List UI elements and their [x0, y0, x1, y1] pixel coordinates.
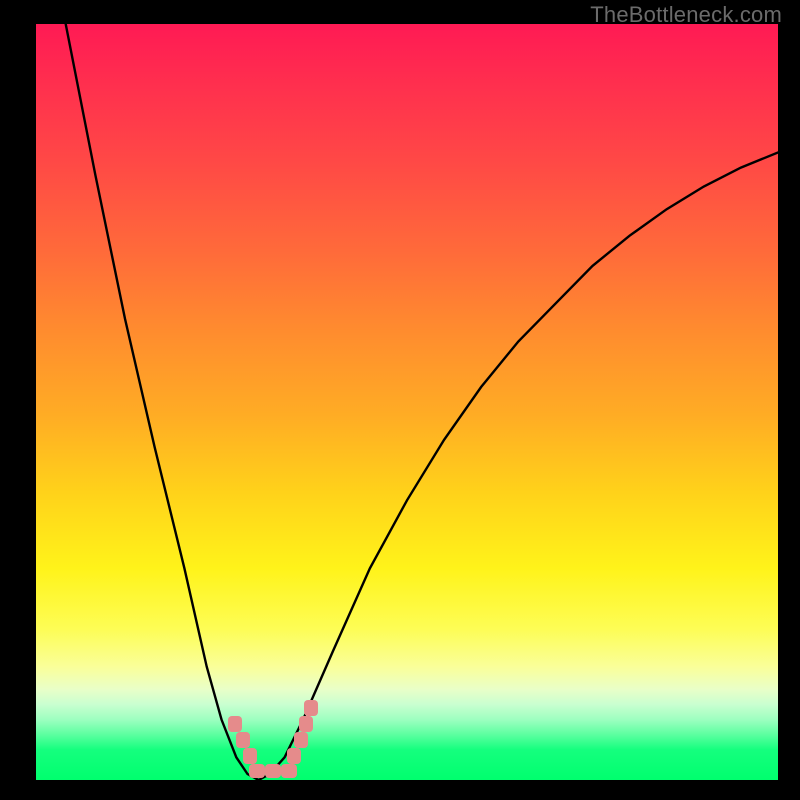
plot-area	[36, 24, 778, 780]
curve-layer	[36, 24, 778, 780]
chart-frame: TheBottleneck.com	[0, 0, 800, 800]
watermark-text: TheBottleneck.com	[590, 2, 782, 28]
bottleneck-curve	[66, 24, 778, 780]
